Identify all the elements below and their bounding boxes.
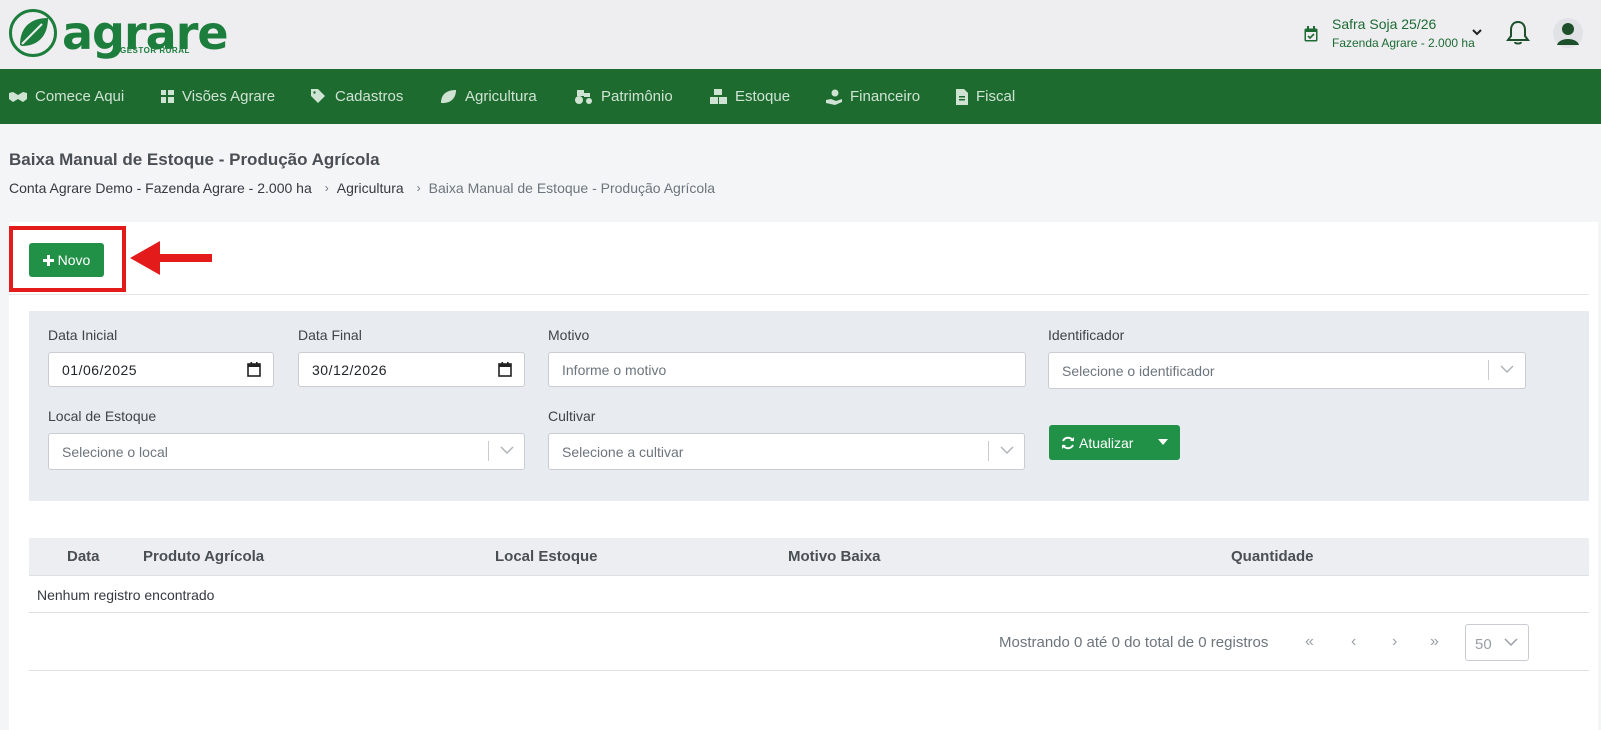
chevron-down-icon (500, 446, 514, 455)
handshake-icon (9, 91, 27, 102)
divider (9, 294, 1589, 295)
chevron-down-icon (1472, 29, 1482, 36)
col-local-estoque[interactable]: Local Estoque (495, 548, 598, 565)
filter-panel: Data Inicial 01/06/2025 Data Final 30/12… (29, 311, 1589, 501)
table-header: Data Produto Agrícola Local Estoque Moti… (29, 538, 1589, 576)
chevron-right-icon: › (416, 181, 421, 195)
nav-cadastros[interactable]: Cadastros (311, 69, 403, 124)
col-motivo-baixa[interactable]: Motivo Baixa (788, 548, 881, 565)
last-page-button[interactable]: » (1430, 633, 1439, 651)
data-final-label: Data Final (298, 327, 362, 343)
brand-logo[interactable]: agrare GESTOR RURAL (8, 6, 229, 60)
nav-patrimonio[interactable]: Patrimônio (574, 69, 673, 124)
safra-selector[interactable]: Safra Soja 25/26 Fazenda Agrare - 2.000 … (1304, 14, 1482, 54)
sync-icon (1062, 436, 1074, 449)
nav-visoes-agrare[interactable]: Visões Agrare (161, 69, 275, 124)
content-card: Novo Data Inicial 01/06/2025 Data Final … (9, 222, 1598, 730)
tractor-icon (575, 90, 592, 104)
nav-fiscal[interactable]: Fiscal (956, 69, 1015, 124)
breadcrumb: Conta Agrare Demo - Fazenda Agrare - 2.0… (9, 180, 715, 196)
nav-estoque[interactable]: Estoque (710, 69, 790, 124)
pagination-info: Mostrando 0 até 0 do total de 0 registro… (999, 634, 1269, 651)
calendar-check-icon (1304, 26, 1318, 42)
chevron-right-icon: › (324, 181, 329, 195)
new-button[interactable]: Novo (29, 243, 104, 277)
cultivar-select[interactable]: Selecione a cultivar (548, 433, 1025, 470)
table-row: Nenhum registro encontrado (29, 576, 1589, 613)
leaf-icon (441, 90, 456, 103)
first-page-button[interactable]: « (1305, 633, 1314, 651)
safra-farm: Fazenda Agrare - 2.000 ha (1332, 36, 1475, 50)
boxes-icon (710, 89, 727, 104)
user-avatar-icon[interactable] (1553, 18, 1583, 48)
caret-down-icon[interactable] (1158, 439, 1168, 445)
next-page-button[interactable]: › (1392, 633, 1397, 651)
cultivar-label: Cultivar (548, 408, 596, 424)
page-size-select[interactable]: 50 (1465, 624, 1529, 661)
nav-comece-aqui[interactable]: Comece Aqui (9, 69, 124, 124)
hand-coin-icon (826, 89, 842, 105)
calendar-icon[interactable] (498, 362, 512, 377)
col-quantidade[interactable]: Quantidade (1231, 548, 1314, 565)
data-inicial-input[interactable]: 01/06/2025 (48, 352, 274, 387)
prev-page-button[interactable]: ‹ (1351, 633, 1356, 651)
safra-title: Safra Soja 25/26 (1332, 16, 1437, 32)
main-nav: Comece Aqui Visões Agrare Cadastros Agri… (0, 69, 1601, 124)
motivo-label: Motivo (548, 327, 590, 343)
data-final-input[interactable]: 30/12/2026 (298, 352, 525, 387)
dashboard-icon (161, 90, 174, 103)
motivo-input[interactable]: Informe o motivo (548, 352, 1026, 387)
chevron-down-icon (1000, 446, 1014, 455)
calendar-icon[interactable] (247, 362, 261, 377)
pagination: Mostrando 0 até 0 do total de 0 registro… (29, 613, 1589, 671)
bell-icon[interactable] (1506, 20, 1530, 46)
leaf-logo-icon (9, 9, 57, 57)
plus-icon (42, 254, 54, 266)
brand-tagline: GESTOR RURAL (120, 46, 190, 55)
data-inicial-label: Data Inicial (48, 327, 118, 343)
local-estoque-label: Local de Estoque (48, 408, 157, 424)
col-data[interactable]: Data (67, 548, 100, 565)
breadcrumb-current: Baixa Manual de Estoque - Produção Agríc… (428, 180, 716, 196)
invoice-icon (956, 88, 968, 105)
nav-financeiro[interactable]: Financeiro (826, 69, 920, 124)
identificador-select[interactable]: Selecione o identificador (1048, 352, 1526, 389)
col-produto-agricola[interactable]: Produto Agrícola (143, 548, 264, 565)
identificador-label: Identificador (1048, 327, 1125, 343)
tags-icon (311, 89, 325, 103)
annotation-arrow-icon (130, 241, 212, 275)
top-header: agrare GESTOR RURAL Safra Soja 25/26 Faz… (0, 0, 1601, 69)
breadcrumb-account[interactable]: Conta Agrare Demo - Fazenda Agrare - 2.0… (9, 180, 312, 196)
empty-message: Nenhum registro encontrado (37, 587, 215, 603)
breadcrumb-agricultura[interactable]: Agricultura (337, 180, 404, 196)
local-estoque-select[interactable]: Selecione o local (48, 433, 525, 470)
refresh-button[interactable]: Atualizar (1049, 435, 1149, 451)
nav-agricultura[interactable]: Agricultura (440, 69, 537, 124)
refresh-split-button: Atualizar (1049, 425, 1180, 460)
chevron-down-icon (1500, 365, 1514, 374)
page-title: Baixa Manual de Estoque - Produção Agríc… (9, 150, 380, 169)
chevron-down-icon (1504, 638, 1518, 647)
